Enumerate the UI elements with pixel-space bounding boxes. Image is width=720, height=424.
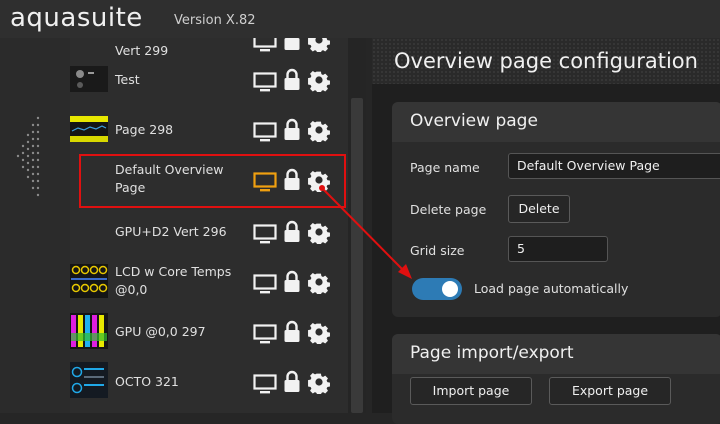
- page-label: Page 298: [115, 122, 174, 137]
- main-panel: Overview page configuration Overview pag…: [372, 38, 720, 424]
- grid-size-field[interactable]: 5: [508, 236, 608, 262]
- list-item[interactable]: LCD w Core Temps @0,0: [70, 258, 348, 306]
- gear-icon[interactable]: [307, 38, 331, 52]
- gear-icon[interactable]: [307, 320, 331, 344]
- gear-icon[interactable]: [307, 370, 331, 394]
- page-title: Overview page configuration: [394, 49, 698, 73]
- page-header: Overview page configuration: [372, 38, 720, 84]
- page-name-field[interactable]: Default Overview Page: [508, 153, 720, 179]
- nav-strip: [0, 38, 70, 413]
- toggle-knob: [442, 281, 458, 297]
- lock-icon[interactable]: [283, 38, 301, 52]
- monitor-icon[interactable]: [253, 38, 277, 52]
- page-label: LCD w Core Temps @0,0: [115, 264, 232, 297]
- page-label: GPU @0,0 297: [115, 324, 206, 339]
- page-list: Vert 299 Test Page 298 Default Overview …: [70, 38, 348, 413]
- page-thumbnail: [70, 66, 108, 92]
- collapse-handle-icon[interactable]: [8, 113, 42, 203]
- monitor-icon[interactable]: [253, 122, 277, 142]
- lock-icon[interactable]: [283, 68, 301, 92]
- app-brand: aquasuite: [10, 3, 143, 33]
- page-label: Test: [115, 72, 140, 87]
- list-item[interactable]: GPU+D2 Vert 296: [70, 208, 348, 256]
- page-thumbnail: [70, 264, 108, 298]
- delete-page-label: Delete page: [410, 202, 487, 217]
- card-header: Page import/export: [392, 334, 720, 374]
- gear-icon[interactable]: [307, 68, 331, 92]
- lock-icon[interactable]: [283, 220, 301, 244]
- card-header: Overview page: [392, 102, 720, 142]
- lock-icon[interactable]: [283, 118, 301, 142]
- delete-button[interactable]: Delete: [508, 195, 570, 223]
- card-title: Page import/export: [410, 343, 574, 363]
- page-label: OCTO 321: [115, 374, 179, 389]
- monitor-icon[interactable]: [253, 324, 277, 344]
- title-bar: aquasuite Version X.82: [0, 0, 720, 38]
- monitor-icon[interactable]: [253, 374, 277, 394]
- lock-icon[interactable]: [283, 320, 301, 344]
- autoload-label: Load page automatically: [474, 281, 629, 296]
- monitor-icon[interactable]: [253, 224, 277, 244]
- monitor-icon[interactable]: [253, 72, 277, 92]
- annotation-highlight-box: [79, 154, 346, 208]
- autoload-toggle[interactable]: [412, 278, 462, 300]
- list-item[interactable]: Test: [70, 56, 348, 104]
- scrollbar-thumb[interactable]: [351, 98, 363, 413]
- lock-icon[interactable]: [283, 270, 301, 294]
- monitor-icon[interactable]: [253, 274, 277, 294]
- overview-page-card: Overview page Page name Default Overview…: [392, 102, 720, 317]
- page-label: GPU+D2 Vert 296: [115, 224, 227, 239]
- page-name-label: Page name: [410, 160, 480, 175]
- gear-icon[interactable]: [307, 270, 331, 294]
- export-page-button[interactable]: Export page: [549, 377, 671, 405]
- page-thumbnail: [70, 362, 108, 398]
- list-item[interactable]: Page 298: [70, 106, 348, 154]
- sidebar-scrollbar[interactable]: [348, 38, 366, 413]
- gear-icon[interactable]: [307, 118, 331, 142]
- page-thumbnail: [70, 116, 108, 142]
- app-version: Version X.82: [174, 13, 256, 28]
- import-export-card: Page import/export Import page Export pa…: [392, 334, 720, 424]
- list-item[interactable]: OCTO 321: [70, 358, 348, 406]
- import-page-button[interactable]: Import page: [410, 377, 532, 405]
- lock-icon[interactable]: [283, 370, 301, 394]
- page-thumbnail: [70, 313, 108, 349]
- gear-icon[interactable]: [307, 220, 331, 244]
- grid-size-label: Grid size: [410, 243, 465, 258]
- list-item[interactable]: GPU @0,0 297: [70, 308, 348, 356]
- card-title: Overview page: [410, 111, 538, 131]
